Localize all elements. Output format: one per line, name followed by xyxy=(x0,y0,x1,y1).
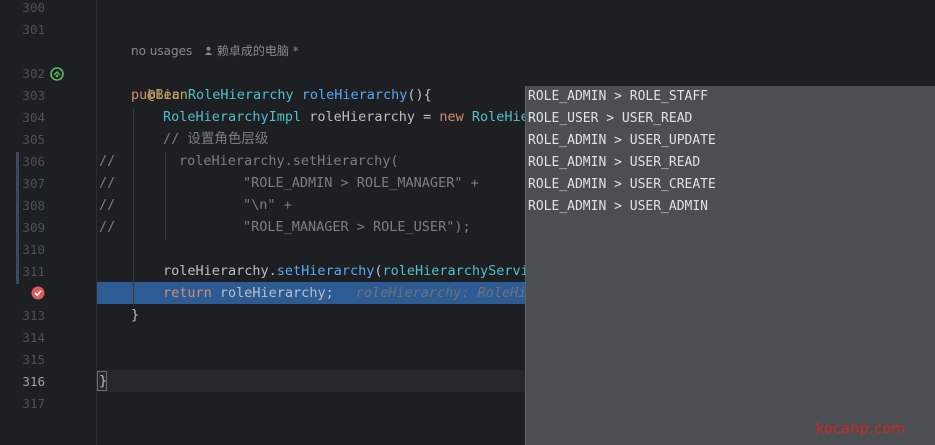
keyword: new xyxy=(439,109,464,125)
breakpoint-icon[interactable] xyxy=(30,285,46,301)
code-line-302[interactable]: @Bean xyxy=(131,62,531,103)
usages-label[interactable]: no usages xyxy=(131,44,192,58)
line-number: 314 xyxy=(22,330,45,345)
hierarchy-entry[interactable]: ROLE_ADMIN > USER_ADMIN xyxy=(528,196,708,218)
line-number-current: 316 xyxy=(22,374,45,389)
line-number: 301 xyxy=(22,22,45,37)
comment-prefix: // xyxy=(99,197,116,213)
code-line-313[interactable]: } xyxy=(131,304,161,326)
line-number: 307 xyxy=(22,176,45,191)
code-text: + xyxy=(462,175,479,191)
code-text: ); xyxy=(454,219,471,235)
code-line-305[interactable]: // 设置角色层级 xyxy=(163,128,513,150)
code-line-303[interactable]: public RoleHierarchy roleHierarchy(){ xyxy=(131,84,531,106)
method-name: roleHierarchy xyxy=(301,87,408,103)
line-number: 311 xyxy=(22,264,45,279)
line-number: 310 xyxy=(22,242,45,257)
code-line-311[interactable]: roleHierarchy.setHierarchy(roleHierarchy… xyxy=(163,260,525,282)
line-number: 309 xyxy=(22,220,45,235)
type-name: RoleHierarchyImpl xyxy=(163,109,302,125)
code-text: (){ xyxy=(407,87,432,103)
string-literal: "ROLE_MANAGER > ROLE_USER" xyxy=(243,219,455,235)
code-line-312[interactable]: return roleHierarchy; roleHierarchy: Role… xyxy=(163,282,525,304)
code-line-306[interactable]: roleHierarchy.setHierarchy( xyxy=(179,150,519,172)
type-name: RoleHie xyxy=(463,109,525,125)
user-icon xyxy=(204,44,217,58)
code-text: + xyxy=(275,197,292,213)
code-line-307[interactable]: "ROLE_ADMIN > ROLE_MANAGER" + xyxy=(243,172,523,194)
line-number: 306 xyxy=(22,154,45,169)
hierarchy-entry[interactable]: ROLE_ADMIN > USER_CREATE xyxy=(528,174,716,196)
string-literal: "\n" xyxy=(243,197,276,213)
code-text: roleHierarchy. xyxy=(163,263,277,279)
argument: roleHierarchyServic xyxy=(382,263,525,279)
type-name: RoleHierarchy xyxy=(187,87,294,103)
code-line-304[interactable]: RoleHierarchyImpl roleHierarchy = new Ro… xyxy=(163,106,525,128)
code-text: roleHierarchy; xyxy=(211,285,334,301)
line-number: 302 xyxy=(22,66,45,81)
string-literal: "ROLE_ADMIN > ROLE_MANAGER" xyxy=(243,175,463,191)
hierarchy-entry[interactable]: ROLE_ADMIN > USER_UPDATE xyxy=(528,130,716,152)
author-label[interactable]: 赖卓成的电脑 * xyxy=(217,44,299,58)
brace-match-highlight xyxy=(97,371,107,391)
code-text: roleHierarchy = xyxy=(301,109,440,125)
code-line-308[interactable]: "\n" + xyxy=(243,194,523,216)
hierarchy-entry[interactable]: ROLE_ADMIN > USER_READ xyxy=(528,152,700,174)
line-number: 305 xyxy=(22,132,45,147)
inline-value-hint: roleHierarchy: RoleHie xyxy=(355,285,525,301)
hierarchy-entry[interactable]: ROLE_USER > USER_READ xyxy=(528,108,692,130)
indent-guide-2 xyxy=(165,152,166,240)
line-number: 304 xyxy=(22,110,45,125)
line-number: 317 xyxy=(22,396,45,411)
line-number: 315 xyxy=(22,352,45,367)
line-number: 308 xyxy=(22,198,45,213)
debug-value-popup[interactable]: ROLE_ADMIN > ROLE_STAFF ROLE_USER > USER… xyxy=(525,86,935,445)
comment-prefix: // xyxy=(99,175,116,191)
line-number: 303 xyxy=(22,88,45,103)
line-number: 313 xyxy=(22,308,45,323)
watermark: kocanp.com xyxy=(816,421,906,437)
line-number: 300 xyxy=(22,0,45,15)
comment-prefix: // xyxy=(99,153,116,169)
keyword: return xyxy=(163,285,212,301)
comment-prefix: // xyxy=(99,219,116,235)
spring-bean-icon[interactable] xyxy=(49,66,65,82)
code-line-309[interactable]: "ROLE_MANAGER > ROLE_USER"); xyxy=(243,216,523,238)
keyword: public xyxy=(131,87,180,103)
indent-guide xyxy=(133,108,134,306)
inlay-usage-hint[interactable]: no usages 赖卓成的电脑 * xyxy=(131,42,299,59)
method-name: setHierarchy xyxy=(276,263,375,279)
hierarchy-entry[interactable]: ROLE_ADMIN > ROLE_STAFF xyxy=(528,86,708,108)
